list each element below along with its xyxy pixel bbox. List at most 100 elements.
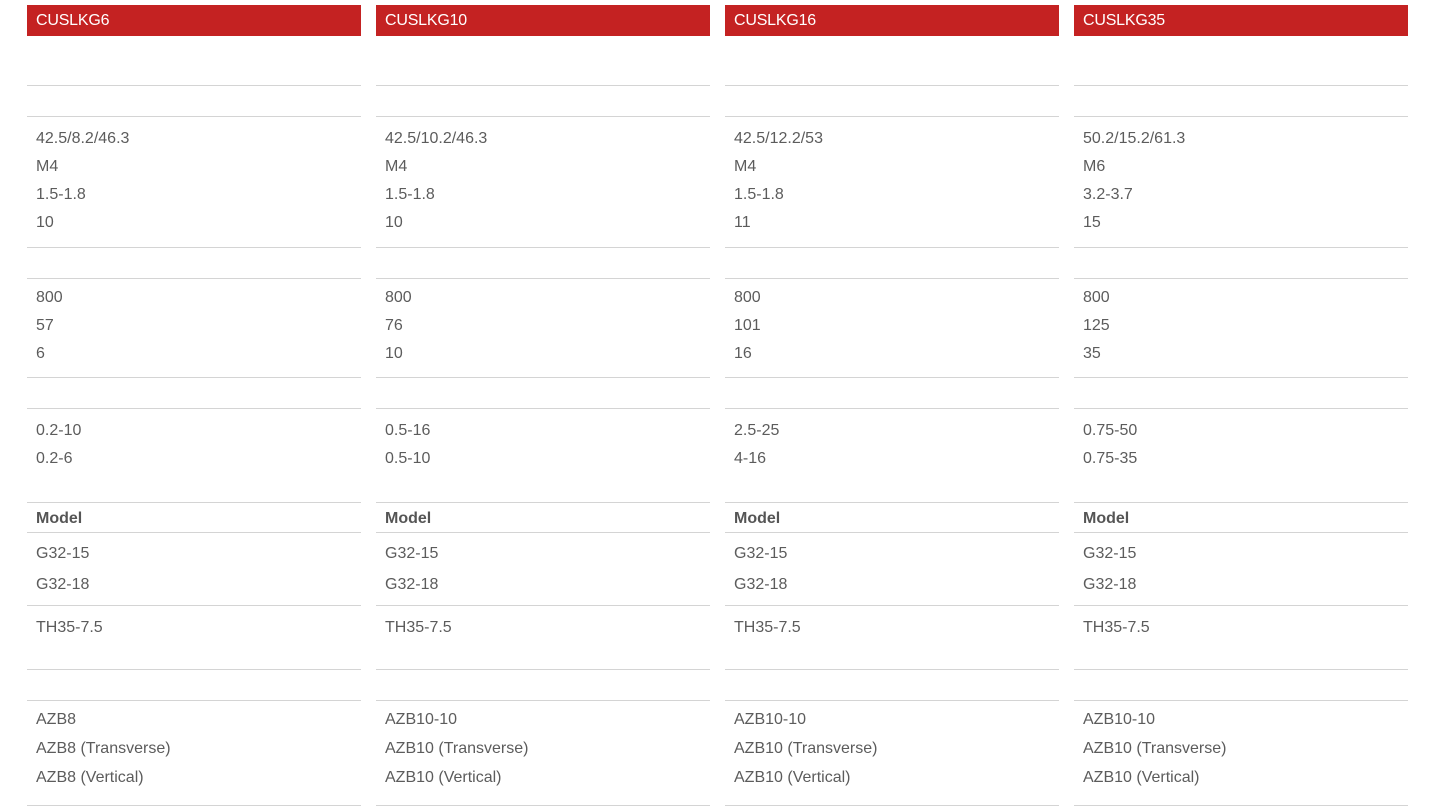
row-divider	[376, 116, 710, 117]
rail-3-value: TH35-7.5	[36, 619, 103, 636]
model-label: Model	[734, 510, 781, 527]
strip-length-value: 11	[734, 214, 751, 231]
range-2-value: 4-16	[734, 450, 767, 467]
row-divider	[27, 700, 361, 701]
row-divider	[27, 669, 361, 670]
rail-1-value: G32-15	[1083, 545, 1137, 562]
row-divider	[725, 377, 1059, 378]
rail-3-value: TH35-7.5	[1083, 619, 1150, 636]
row-divider	[1074, 278, 1408, 279]
row-divider	[1074, 85, 1408, 86]
screw-value: M4	[734, 158, 757, 175]
accessory-3-value: AZB10 (Vertical)	[1083, 769, 1200, 786]
range-2-value: 0.75-35	[1083, 450, 1138, 467]
row-divider	[725, 532, 1059, 533]
column-header: CUSLKG10	[376, 5, 710, 36]
range-2-value: 0.2-6	[36, 450, 73, 467]
accessory-1-value: AZB10-10	[385, 711, 458, 728]
row-divider	[725, 85, 1059, 86]
dimensions-value: 42.5/12.2/53	[734, 130, 823, 147]
row-divider	[376, 700, 710, 701]
dimensions-value: 50.2/15.2/61.3	[1083, 130, 1186, 147]
rail-2-value: G32-18	[36, 576, 90, 593]
current-value: 125	[1083, 317, 1110, 334]
row-divider	[1074, 805, 1408, 806]
row-divider	[376, 502, 710, 503]
rail-2-value: G32-18	[385, 576, 439, 593]
rail-2-value: G32-18	[734, 576, 788, 593]
row-divider	[725, 605, 1059, 606]
torque-value: 1.5-1.8	[36, 186, 86, 203]
range-2-value: 0.5-10	[385, 450, 431, 467]
rail-3-value: TH35-7.5	[385, 619, 452, 636]
voltage-value: 800	[1083, 289, 1110, 306]
strip-length-value: 15	[1083, 214, 1101, 231]
strip-length-value: 10	[385, 214, 403, 231]
row-divider	[376, 605, 710, 606]
voltage-value: 800	[36, 289, 63, 306]
row-divider	[376, 669, 710, 670]
model-label: Model	[36, 510, 83, 527]
cross-section-value: 16	[734, 345, 752, 362]
accessory-1-value: AZB8	[36, 711, 77, 728]
row-divider	[725, 408, 1059, 409]
row-divider	[1074, 532, 1408, 533]
row-divider	[1074, 502, 1408, 503]
screw-value: M6	[1083, 158, 1106, 175]
row-divider	[1074, 247, 1408, 248]
range-1-value: 0.5-16	[385, 422, 431, 439]
cross-section-value: 10	[385, 345, 403, 362]
row-divider	[376, 247, 710, 248]
row-divider	[1074, 408, 1408, 409]
row-divider	[376, 532, 710, 533]
torque-value: 1.5-1.8	[734, 186, 784, 203]
accessory-2-value: AZB10 (Transverse)	[734, 740, 878, 757]
row-divider	[1074, 669, 1408, 670]
torque-value: 1.5-1.8	[385, 186, 435, 203]
row-divider	[27, 116, 361, 117]
current-value: 76	[385, 317, 403, 334]
current-value: 101	[734, 317, 761, 334]
row-divider	[27, 85, 361, 86]
row-divider	[27, 408, 361, 409]
row-divider	[27, 805, 361, 806]
row-divider	[725, 502, 1059, 503]
row-divider	[27, 532, 361, 533]
strip-length-value: 10	[36, 214, 54, 231]
accessory-1-value: AZB10-10	[734, 711, 807, 728]
rail-3-value: TH35-7.5	[734, 619, 801, 636]
screw-value: M4	[385, 158, 408, 175]
dimensions-value: 42.5/10.2/46.3	[385, 130, 488, 147]
column-header: CUSLKG16	[725, 5, 1059, 36]
column-header: CUSLKG6	[27, 5, 361, 36]
voltage-value: 800	[734, 289, 761, 306]
accessory-3-value: AZB8 (Vertical)	[36, 769, 144, 786]
model-label: Model	[1083, 510, 1130, 527]
row-divider	[27, 377, 361, 378]
row-divider	[27, 278, 361, 279]
row-divider	[376, 278, 710, 279]
accessory-1-value: AZB10-10	[1083, 711, 1156, 728]
accessory-2-value: AZB8 (Transverse)	[36, 740, 171, 757]
torque-value: 3.2-3.7	[1083, 186, 1133, 203]
row-divider	[1074, 605, 1408, 606]
cross-section-value: 35	[1083, 345, 1101, 362]
range-1-value: 0.2-10	[36, 422, 82, 439]
row-divider	[27, 502, 361, 503]
row-divider	[725, 278, 1059, 279]
current-value: 57	[36, 317, 54, 334]
row-divider	[27, 247, 361, 248]
row-divider	[1074, 700, 1408, 701]
row-divider	[376, 805, 710, 806]
accessory-2-value: AZB10 (Transverse)	[1083, 740, 1227, 757]
row-divider	[376, 408, 710, 409]
row-divider	[725, 247, 1059, 248]
rail-2-value: G32-18	[1083, 576, 1137, 593]
accessory-3-value: AZB10 (Vertical)	[734, 769, 851, 786]
accessory-2-value: AZB10 (Transverse)	[385, 740, 529, 757]
column-header: CUSLKG35	[1074, 5, 1408, 36]
row-divider	[725, 116, 1059, 117]
row-divider	[1074, 377, 1408, 378]
row-divider	[725, 669, 1059, 670]
row-divider	[1074, 116, 1408, 117]
